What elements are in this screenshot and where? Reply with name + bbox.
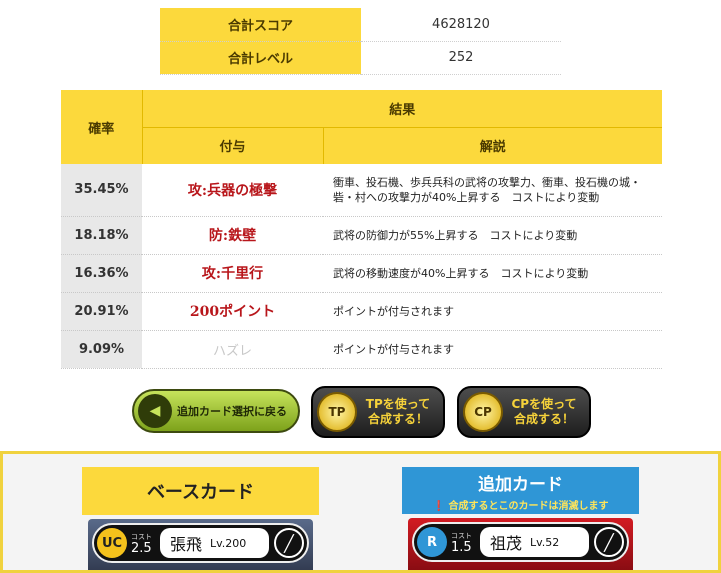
cp-compose-button[interactable]: CP CPを使って 合成する！ — [457, 386, 591, 438]
description-cell: ポイントが付与されます — [323, 292, 662, 331]
card-name: 張飛 — [170, 535, 203, 554]
effect-cell: 防:鉄壁 — [142, 216, 323, 255]
table-row: 35.45% 攻:兵器の極撃 衝車、投石機、歩兵兵科の武将の攻撃力、衝車、投石機… — [61, 164, 662, 217]
cost-value: 2.5 — [131, 541, 152, 556]
spear-icon: ╱ — [594, 527, 624, 557]
rate-cell: 18.18% — [61, 216, 142, 255]
summary-row-score: 合計スコア 4628120 — [160, 8, 561, 42]
base-card-box: ベースカード UC コスト 2.5 張飛 Lv.200 ╱ — [82, 467, 319, 570]
add-card-note: 合成するとこのカードは消滅します — [448, 500, 609, 512]
base-card-title: ベースカード — [82, 467, 319, 515]
card-info-bar: UC コスト 2.5 張飛 Lv.200 ╱ — [92, 523, 309, 563]
tp-coin-icon: TP — [317, 392, 357, 432]
summary-table: 合計スコア 4628120 合計レベル 252 — [160, 8, 561, 75]
description-cell: 衝車、投石機、歩兵兵科の武将の攻撃力、衝車、投石機の城・砦・村への攻撃力が40%… — [323, 164, 662, 217]
card-namebox: 祖茂 Lv.52 — [480, 527, 589, 557]
rate-header: 確率 — [61, 90, 143, 164]
effect-header: 付与 — [142, 127, 324, 164]
add-card-box: 追加カード ❗ 合成するとこのカードは消滅します R コスト 1.5 祖茂 Lv… — [402, 467, 639, 570]
total-score-value: 4628120 — [361, 8, 561, 42]
add-card-header: 追加カード ❗ 合成するとこのカードは消滅します — [402, 467, 639, 514]
card-info-bar: R コスト 1.5 祖茂 Lv.52 ╱ — [412, 522, 629, 562]
table-row: 16.36% 攻:千里行 武将の移動速度が40%上昇する コストにより変動 — [61, 254, 662, 293]
cp-button-line1: CPを使って — [511, 397, 577, 411]
total-level-value: 252 — [361, 41, 561, 75]
table-row: 20.91% 200ポイント ポイントが付与されます — [61, 292, 662, 331]
description-cell: 武将の移動速度が40%上昇する コストにより変動 — [323, 254, 662, 293]
card-level: Lv.200 — [210, 536, 247, 550]
result-header: 結果 — [142, 90, 662, 128]
total-level-label: 合計レベル — [160, 41, 361, 75]
base-card[interactable]: UC コスト 2.5 張飛 Lv.200 ╱ — [88, 519, 313, 570]
effect-cell: 攻:千里行 — [142, 254, 323, 293]
card-name: 祖茂 — [490, 534, 523, 553]
back-to-add-card-button[interactable]: ◀ 追加カード選択に戻る — [132, 389, 300, 433]
table-row: 18.18% 防:鉄壁 武将の防御力が55%上昇する コストにより変動 — [61, 216, 662, 255]
cp-button-line2: 合成する！ — [513, 412, 574, 426]
warning-icon: ❗ — [432, 500, 445, 512]
description-header: 解説 — [323, 127, 662, 164]
rarity-badge: UC — [97, 528, 127, 558]
rarity-badge: R — [417, 527, 447, 557]
effect-cell: 200ポイント — [142, 292, 323, 331]
rate-cell: 20.91% — [61, 292, 142, 331]
tp-compose-button[interactable]: TP TPを使って 合成する！ — [311, 386, 445, 438]
card-namebox: 張飛 Lv.200 — [160, 528, 269, 558]
add-card-title: 追加カード — [478, 474, 563, 495]
total-score-label: 合計スコア — [160, 8, 361, 42]
description-cell: ポイントが付与されます — [323, 330, 662, 369]
effect-cell: ハズレ — [142, 330, 323, 369]
rate-cell: 9.09% — [61, 330, 142, 369]
rate-cell: 16.36% — [61, 254, 142, 293]
rate-cell: 35.45% — [61, 164, 142, 217]
description-cell: 武将の防御力が55%上昇する コストにより変動 — [323, 216, 662, 255]
cost-value: 1.5 — [451, 540, 472, 555]
result-table: 確率 結果 付与 解説 35.45% 攻:兵器の極撃 衝車、投石機、歩兵兵科の武… — [61, 90, 662, 369]
card-panel: ベースカード UC コスト 2.5 張飛 Lv.200 ╱ 追加カード ❗ 合成… — [0, 451, 721, 573]
tp-button-line1: TPを使って — [365, 397, 431, 411]
cost-display: コスト 1.5 — [451, 531, 472, 555]
summary-row-level: 合計レベル 252 — [160, 41, 561, 75]
back-button-label: 追加カード選択に戻る — [177, 405, 287, 418]
cp-coin-icon: CP — [463, 392, 503, 432]
card-level: Lv.52 — [530, 535, 560, 549]
spear-icon: ╱ — [274, 528, 304, 558]
tp-button-line2: 合成する！ — [367, 412, 428, 426]
add-card[interactable]: R コスト 1.5 祖茂 Lv.52 ╱ — [408, 518, 633, 570]
effect-cell: 攻:兵器の極撃 — [142, 164, 323, 217]
cost-display: コスト 2.5 — [131, 532, 152, 556]
arrow-left-icon: ◀ — [138, 394, 172, 428]
table-row: 9.09% ハズレ ポイントが付与されます — [61, 330, 662, 369]
